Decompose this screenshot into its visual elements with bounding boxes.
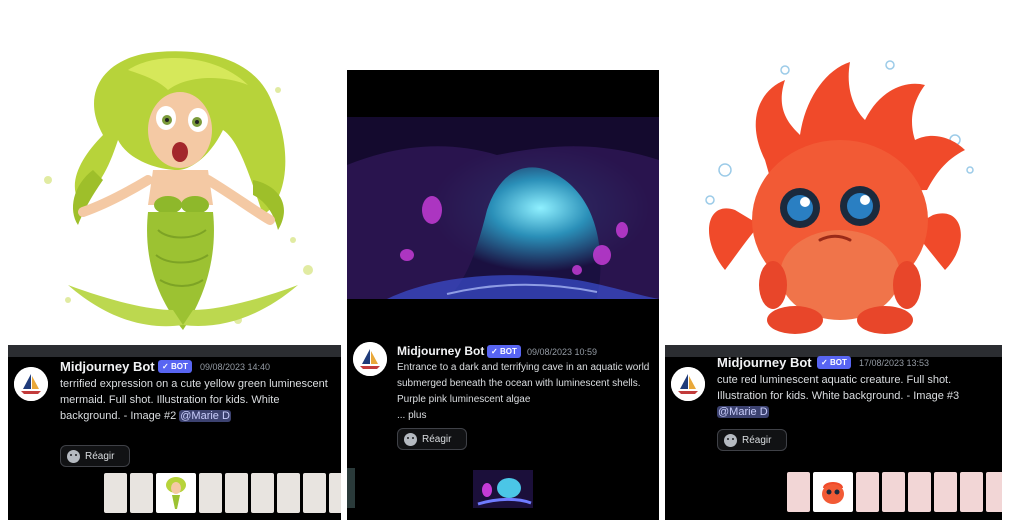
bot-avatar[interactable] — [353, 342, 387, 376]
thumbnail[interactable] — [277, 473, 300, 513]
chat-message: Midjourney Bot ✓ BOT 09/08/2023 10:59 En… — [347, 340, 659, 520]
react-button[interactable]: Réagir — [60, 445, 130, 467]
panel-cave: Midjourney Bot ✓ BOT 09/08/2023 10:59 En… — [347, 70, 659, 520]
react-button[interactable]: Réagir — [397, 428, 467, 450]
bot-badge: ✓ BOT — [487, 345, 521, 358]
bot-avatar[interactable] — [14, 367, 48, 401]
message-text: Entrance to a dark and terrifying cave i… — [397, 362, 650, 405]
react-label: Réagir — [85, 451, 115, 462]
thumbnail[interactable] — [787, 472, 810, 512]
midjourney-sailboat-icon — [671, 367, 705, 401]
thumbnail[interactable] — [329, 473, 341, 513]
thumbnail[interactable] — [960, 472, 983, 512]
bot-avatar[interactable] — [671, 367, 705, 401]
bot-badge: ✓ BOT — [158, 360, 192, 373]
smiley-face-icon — [67, 450, 80, 463]
timestamp: 17/08/2023 13:53 — [859, 358, 930, 368]
cave-image[interactable] — [347, 70, 659, 340]
panel-creature: Midjourney Bot ✓ BOT 17/08/2023 13:53 cu… — [665, 30, 1002, 520]
bot-username[interactable]: Midjourney Bot — [717, 355, 812, 370]
thumbnail[interactable] — [908, 472, 931, 512]
thumbnail-selected[interactable] — [813, 472, 853, 512]
mermaid-image[interactable] — [8, 30, 341, 345]
message-text: terrified expression on a cute yellow gr… — [60, 378, 328, 422]
chat-top-bar — [8, 345, 341, 357]
smiley-face-icon — [404, 433, 417, 446]
bot-username[interactable]: Midjourney Bot — [60, 359, 155, 374]
message-text: cute red luminescent aquatic creature. F… — [717, 374, 960, 418]
thumbnail[interactable] — [303, 473, 326, 513]
collage: Midjourney Bot ✓ BOT 09/08/2023 14:40 te… — [0, 0, 1010, 531]
midjourney-sailboat-icon — [353, 342, 387, 376]
creature-image[interactable] — [665, 30, 1002, 345]
react-button[interactable]: Réagir — [717, 429, 787, 451]
react-label: Réagir — [742, 435, 772, 446]
timestamp: 09/08/2023 14:40 — [200, 362, 271, 372]
thumbnail[interactable] — [934, 472, 957, 512]
user-mention[interactable]: @Marie D — [179, 410, 231, 422]
bot-badge: ✓ BOT — [817, 356, 851, 369]
thumbnail[interactable] — [225, 473, 248, 513]
thumbnail[interactable] — [882, 472, 905, 512]
thumbnail-selected[interactable] — [156, 473, 196, 513]
chat-message: Midjourney Bot ✓ BOT 17/08/2023 13:53 cu… — [665, 345, 1002, 520]
midjourney-sailboat-icon — [14, 367, 48, 401]
show-more-link[interactable]: ... plus — [397, 408, 426, 424]
image-thumbnail-strip — [104, 473, 341, 513]
timestamp: 09/08/2023 10:59 — [527, 347, 598, 357]
thumbnail[interactable] — [856, 472, 879, 512]
thumbnail[interactable] — [130, 473, 153, 513]
thumbnail[interactable] — [199, 473, 222, 513]
thumbnail[interactable] — [104, 473, 127, 513]
react-label: Réagir — [422, 434, 452, 445]
user-mention[interactable]: @Marie D — [717, 406, 769, 418]
thumbnail[interactable] — [986, 472, 1002, 512]
thumbnail-edge — [347, 468, 355, 508]
image-thumbnail-strip — [787, 472, 1002, 512]
panel-mermaid: Midjourney Bot ✓ BOT 09/08/2023 14:40 te… — [8, 30, 341, 520]
thumbnail-selected[interactable] — [473, 470, 533, 508]
chat-message: Midjourney Bot ✓ BOT 09/08/2023 14:40 te… — [8, 345, 341, 520]
smiley-face-icon — [724, 434, 737, 447]
thumbnail[interactable] — [251, 473, 274, 513]
bot-username[interactable]: Midjourney Bot — [397, 344, 484, 358]
